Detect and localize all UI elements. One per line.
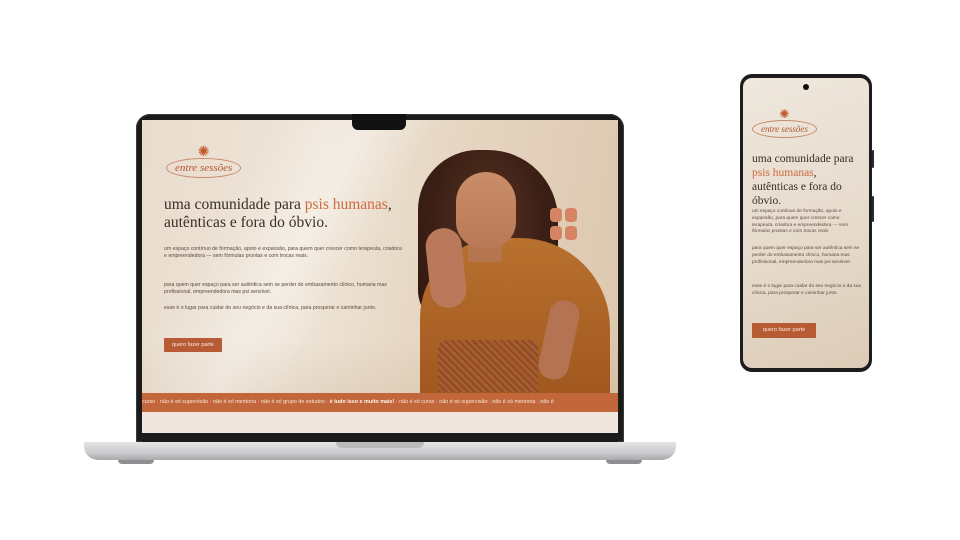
- hero-paragraph-3-mobile: esse é o lugar para cuidar do seu negóci…: [752, 284, 862, 296]
- phone-side-button: [872, 150, 874, 168]
- hero-photo-face: [456, 172, 516, 248]
- hero-paragraph-2-mobile: para quem quer espaço para ser autêntica…: [752, 246, 860, 265]
- cta-button[interactable]: quero fazer parte: [164, 338, 222, 352]
- brand-name-mobile: entre sessões: [752, 120, 817, 138]
- laptop-chin: [142, 433, 618, 442]
- sun-icon: ✺: [779, 107, 790, 121]
- laptop-opening-groove: [336, 442, 424, 448]
- hero-paragraph-1-mobile: um espaço contínuo de formação, apoio e …: [752, 209, 848, 235]
- hero-photo-chair: [438, 340, 538, 392]
- hero-paragraph-2: para quem quer espaço para ser autêntica…: [164, 282, 387, 296]
- hero-paragraph-3: esse é o lugar para cuidar do seu negóci…: [164, 305, 377, 311]
- sun-icon: ✺: [197, 143, 210, 159]
- laptop-foot-left: [118, 460, 154, 464]
- hero-headline: uma comunidade para psis humanas, autênt…: [164, 196, 392, 231]
- next-section: [142, 412, 618, 433]
- brand-name: entre sessões: [166, 158, 242, 178]
- brand-logo-mobile[interactable]: ✺ entre sessões: [752, 108, 817, 138]
- ticker-banner: curso · não é só supervisão · não é só m…: [142, 393, 618, 412]
- hero-paragraph-1: um espaço contínuo de formação, apoio e …: [164, 246, 402, 260]
- laptop-notch: [352, 114, 406, 130]
- phone-volume-button: [872, 196, 874, 222]
- camera-icon: [803, 84, 809, 90]
- decorative-shapes: [550, 208, 578, 242]
- cta-button-mobile[interactable]: quero fazer parte: [752, 323, 816, 338]
- hero-headline-mobile: uma comunidade para psis humanas, autênt…: [752, 153, 854, 207]
- laptop-foot-right: [606, 460, 642, 464]
- brand-logo[interactable]: ✺ entre sessões: [166, 143, 242, 178]
